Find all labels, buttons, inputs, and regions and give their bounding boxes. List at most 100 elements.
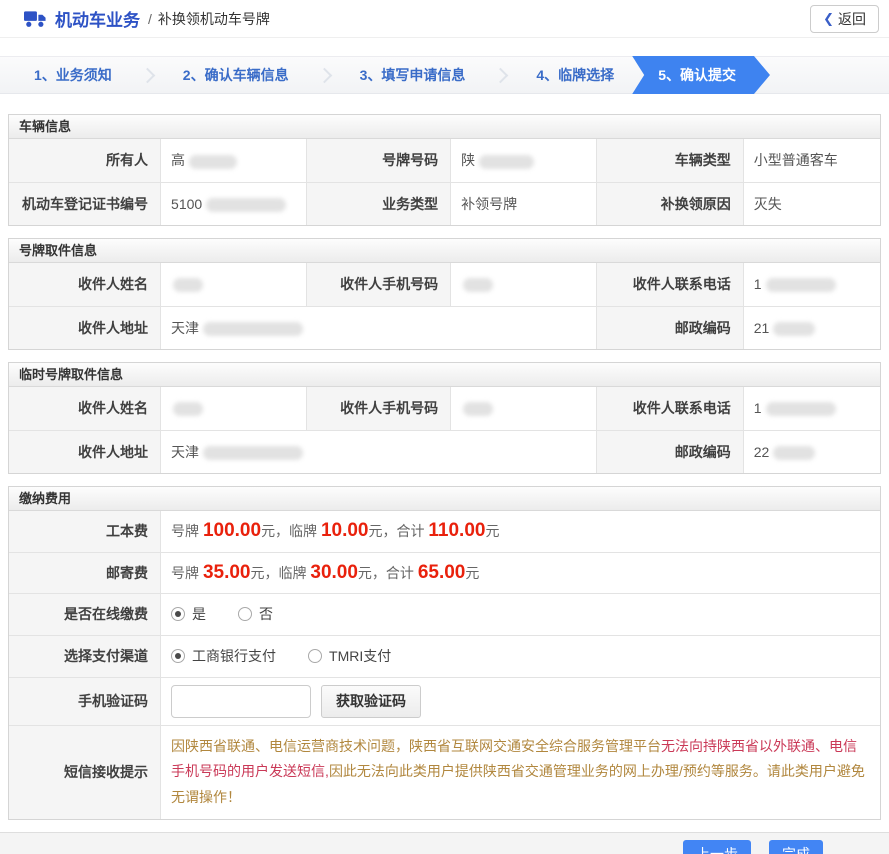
table-row: 收件人地址 天津 邮政编码 22 <box>9 430 880 473</box>
redacted-value <box>189 155 237 169</box>
page-title: 机动车业务 <box>55 6 140 31</box>
field-label-production-fee: 工本费 <box>9 511 161 552</box>
back-button[interactable]: ❮ 返回 <box>810 5 879 33</box>
field-value-biz-type: 补领号牌 <box>451 182 597 225</box>
vehicle-info-table: 所有人 高 号牌号码 陕 车辆类型 小型普通客车 机动车登记证书编号 5100 … <box>9 139 880 225</box>
production-fee-value: 号牌 100.00元，临牌 10.00元，合计 110.00元 <box>161 511 880 552</box>
page-header: 机动车业务 / 补换领机动车号牌 ❮ 返回 <box>0 0 889 38</box>
radio-channel-tmri[interactable]: TMRI支付 <box>308 646 391 666</box>
field-value-postal-code: 22 <box>743 430 880 473</box>
field-label-recipient-phone: 收件人联系电话 <box>597 263 743 306</box>
field-value-recipient-name <box>161 387 306 430</box>
prev-step-button[interactable]: 上一步 <box>683 840 751 854</box>
table-row: 工本费 号牌 100.00元，临牌 10.00元，合计 110.00元 <box>9 511 880 552</box>
redacted-value <box>766 402 836 416</box>
radio-label: TMRI支付 <box>329 646 391 666</box>
section-title: 缴纳费用 <box>9 487 880 511</box>
truck-icon <box>24 10 47 28</box>
plate-delivery-table: 收件人姓名 收件人手机号码 收件人联系电话 1 收件人地址 天津 邮政编码 21 <box>9 263 880 349</box>
field-label-postal-code: 邮政编码 <box>597 430 743 473</box>
redacted-value <box>203 446 303 460</box>
step-tab-5-active[interactable]: 5、确认提交 <box>632 56 770 94</box>
field-label-recipient-mobile: 收件人手机号码 <box>306 387 451 430</box>
redacted-value <box>173 278 203 292</box>
radio-unchecked-icon <box>238 607 252 621</box>
radio-channel-icbc[interactable]: 工商银行支付 <box>171 646 276 666</box>
field-label-reason: 补换领原因 <box>597 182 743 225</box>
section-temp-plate-delivery: 临时号牌取件信息 收件人姓名 收件人手机号码 收件人联系电话 1 收件人地址 天… <box>8 362 881 474</box>
table-row: 邮寄费 号牌 35.00元，临牌 30.00元，合计 65.00元 <box>9 552 880 593</box>
field-label-recipient-name: 收件人姓名 <box>9 263 161 306</box>
field-label-recipient-mobile: 收件人手机号码 <box>306 263 451 306</box>
field-label-owner: 所有人 <box>9 139 161 182</box>
field-label-postal-code: 邮政编码 <box>597 306 743 349</box>
finish-button[interactable]: 完成 <box>769 840 823 854</box>
field-label-cert: 机动车登记证书编号 <box>9 182 161 225</box>
radio-checked-icon <box>171 649 185 663</box>
field-label-recipient-address: 收件人地址 <box>9 430 161 473</box>
step-tab-3[interactable]: 3、填写申请信息 <box>348 65 478 85</box>
radio-label: 工商银行支付 <box>192 646 276 666</box>
step-separator-icon <box>316 67 332 83</box>
field-value-postal-code: 21 <box>743 306 880 349</box>
page-subtitle: 补换领机动车号牌 <box>158 9 270 29</box>
field-label-sms-note: 短信接收提示 <box>9 725 161 819</box>
redacted-value <box>206 198 286 212</box>
field-label-vehicle-type: 车辆类型 <box>597 139 743 182</box>
sms-note-text: 因陕西省联通、电信运营商技术问题，陕西省互联网交通安全综合服务管理平台无法向持陕… <box>161 725 880 819</box>
sms-code-cell: 获取验证码 <box>161 677 880 725</box>
step-separator-icon <box>140 67 156 83</box>
field-value-recipient-address: 天津 <box>161 430 597 473</box>
table-row: 收件人地址 天津 邮政编码 21 <box>9 306 880 349</box>
radio-label: 是 <box>192 604 206 624</box>
field-label-plate: 号牌号码 <box>306 139 451 182</box>
get-code-button[interactable]: 获取验证码 <box>321 685 421 718</box>
field-value-plate: 陕 <box>451 139 597 182</box>
payment-channel-options: 工商银行支付 TMRI支付 <box>161 635 880 677</box>
step-tab-2[interactable]: 2、确认车辆信息 <box>171 65 301 85</box>
redacted-value <box>773 322 815 336</box>
table-row: 收件人姓名 收件人手机号码 收件人联系电话 1 <box>9 387 880 430</box>
step-tab-1[interactable]: 1、业务须知 <box>22 65 124 85</box>
field-label-recipient-phone: 收件人联系电话 <box>597 387 743 430</box>
table-row: 短信接收提示 因陕西省联通、电信运营商技术问题，陕西省互联网交通安全综合服务管理… <box>9 725 880 819</box>
field-value-recipient-phone: 1 <box>743 387 880 430</box>
field-value-recipient-mobile <box>451 387 597 430</box>
sms-code-input[interactable] <box>171 685 311 718</box>
section-plate-delivery: 号牌取件信息 收件人姓名 收件人手机号码 收件人联系电话 1 收件人地址 天津 … <box>8 238 881 350</box>
field-label-recipient-name: 收件人姓名 <box>9 387 161 430</box>
section-fees: 缴纳费用 工本费 号牌 100.00元，临牌 10.00元，合计 110.00元… <box>8 486 881 820</box>
steps-bar: 1、业务须知 2、确认车辆信息 3、填写申请信息 4、临牌选择 5、确认提交 <box>0 56 889 94</box>
field-value-owner: 高 <box>161 139 306 182</box>
section-vehicle-info: 车辆信息 所有人 高 号牌号码 陕 车辆类型 小型普通客车 机动车登记证书编号 … <box>8 114 881 226</box>
table-row: 选择支付渠道 工商银行支付 TMRI支付 <box>9 635 880 677</box>
redacted-value <box>463 278 493 292</box>
step-separator-icon <box>493 67 509 83</box>
field-label-sms-code: 手机验证码 <box>9 677 161 725</box>
radio-unchecked-icon <box>308 649 322 663</box>
footer-bar: 上一步 完成 <box>0 832 889 854</box>
radio-online-yes[interactable]: 是 <box>171 604 206 624</box>
redacted-value <box>203 322 303 336</box>
online-payment-options: 是 否 <box>161 593 880 635</box>
breadcrumb-separator: / <box>148 11 152 27</box>
field-value-cert: 5100 <box>161 182 306 225</box>
table-row: 所有人 高 号牌号码 陕 车辆类型 小型普通客车 <box>9 139 880 182</box>
radio-online-no[interactable]: 否 <box>238 604 273 624</box>
back-button-label: 返回 <box>838 9 866 29</box>
table-row: 机动车登记证书编号 5100 业务类型 补领号牌 补换领原因 灭失 <box>9 182 880 225</box>
fees-table: 工本费 号牌 100.00元，临牌 10.00元，合计 110.00元 邮寄费 … <box>9 511 880 819</box>
section-title: 临时号牌取件信息 <box>9 363 880 387</box>
redacted-value <box>173 402 203 416</box>
radio-label: 否 <box>259 604 273 624</box>
redacted-value <box>463 402 493 416</box>
step-tab-4[interactable]: 4、临牌选择 <box>524 65 626 85</box>
field-label-recipient-address: 收件人地址 <box>9 306 161 349</box>
redacted-value <box>773 446 815 460</box>
field-label-postage-fee: 邮寄费 <box>9 552 161 593</box>
field-label-payment-channel: 选择支付渠道 <box>9 635 161 677</box>
field-value-vehicle-type: 小型普通客车 <box>743 139 880 182</box>
table-row: 手机验证码 获取验证码 <box>9 677 880 725</box>
postage-fee-value: 号牌 35.00元，临牌 30.00元，合计 65.00元 <box>161 552 880 593</box>
field-label-biz-type: 业务类型 <box>306 182 451 225</box>
